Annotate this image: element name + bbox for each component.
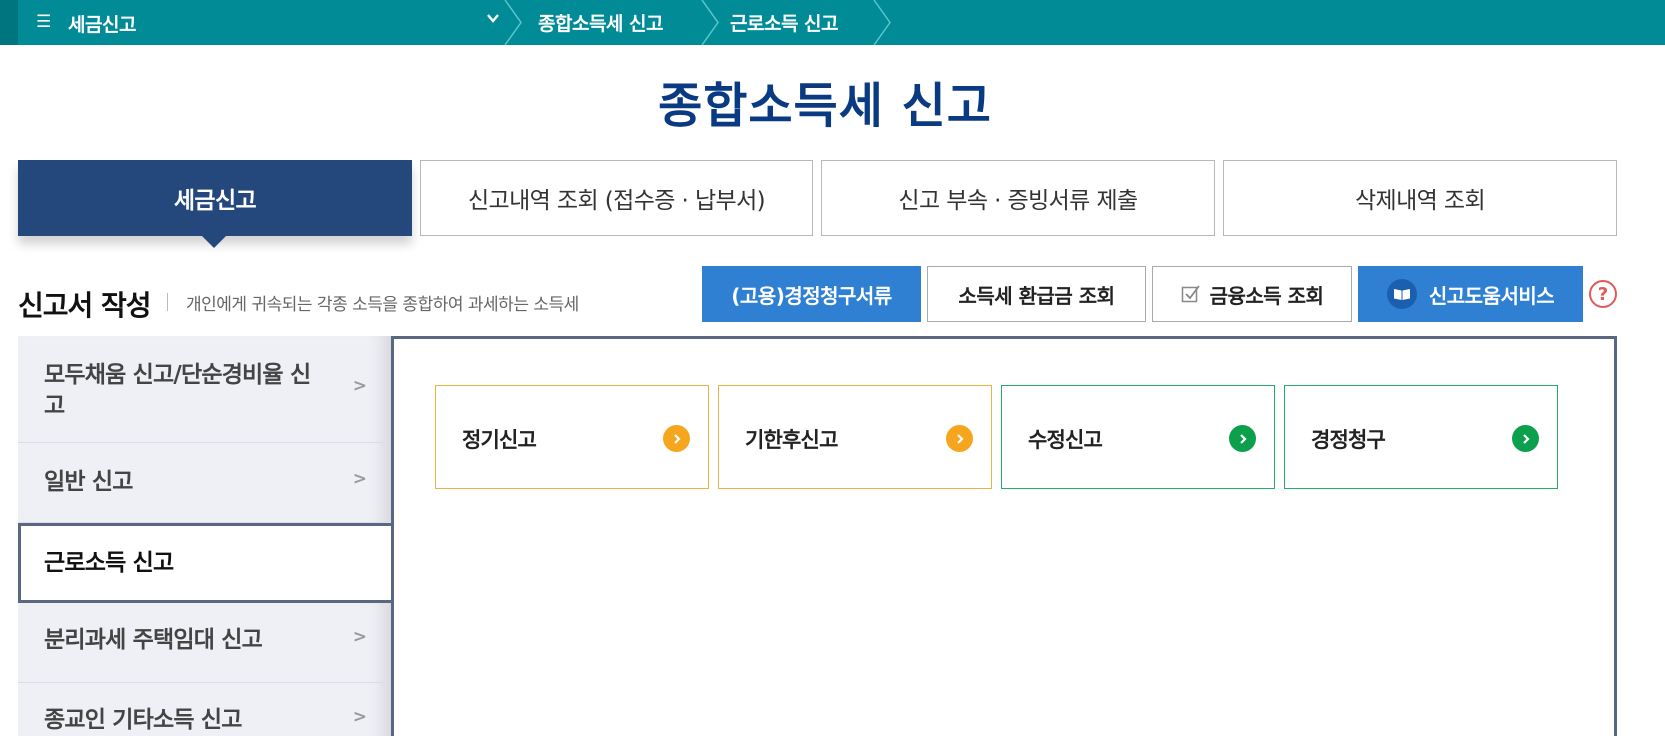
menu-dropdown-label: 세금신고 <box>68 14 136 36</box>
tab-submit-documents[interactable]: 신고 부속 · 증빙서류 제출 <box>821 160 1215 236</box>
breadcrumb-separator <box>701 0 719 45</box>
sidebar-item-housing-rental[interactable]: 분리과세 주택임대 신고 > <box>18 603 393 683</box>
sidebar-item-earned-income[interactable]: 근로소득 신고 <box>18 523 393 603</box>
sidebar-item-religious-income[interactable]: 종교인 기타소득 신고 > <box>18 683 393 736</box>
button-label: 신고도움서비스 <box>1428 283 1555 308</box>
sidebar-item-label: 분리과세 주택임대 신고 <box>44 627 263 653</box>
topbar-edge <box>0 0 18 45</box>
tab-label: 신고내역 조회 (접수증 · 납부서) <box>467 188 766 214</box>
tab-deleted-history[interactable]: 삭제내역 조회 <box>1223 160 1617 236</box>
section-description: 개인에게 귀속되는 각종 소득을 종합하여 과세하는 소득세 <box>186 295 579 315</box>
filing-help-button[interactable]: 신고도움서비스 <box>1358 266 1583 322</box>
hamburger-icon: ☰ <box>36 12 52 32</box>
chevron-right-icon: > <box>352 376 367 396</box>
help-icon[interactable]: ? <box>1589 280 1617 308</box>
section-divider <box>167 293 168 311</box>
tab-label: 신고 부속 · 증빙서류 제출 <box>898 188 1138 214</box>
tab-filing-history[interactable]: 신고내역 조회 (접수증 · 납부서) <box>420 160 813 236</box>
arrow-right-icon <box>663 425 690 452</box>
book-icon <box>1386 279 1417 309</box>
breadcrumb-separator <box>504 0 522 45</box>
arrow-right-icon <box>946 425 973 452</box>
sidebar-item-label: 모두채움 신고/단순경비율 신고 <box>44 362 311 419</box>
correction-claim-card[interactable]: 경정청구 <box>1284 385 1558 489</box>
financial-income-button[interactable]: 금융소득 조회 <box>1152 266 1352 322</box>
card-label: 정기신고 <box>462 428 537 452</box>
chevron-right-icon: > <box>352 469 367 489</box>
sidebar-item-prefilled-filing[interactable]: 모두채움 신고/단순경비율 신고 > <box>18 336 393 443</box>
regular-filing-card[interactable]: 정기신고 <box>435 385 709 489</box>
sidebar-item-label: 일반 신고 <box>44 469 133 495</box>
button-label: (고용)경정청구서류 <box>731 283 892 308</box>
tab-label: 세금신고 <box>173 188 257 214</box>
menu-dropdown[interactable]: ☰ 세금신고 <box>18 0 503 45</box>
card-label: 경정청구 <box>1311 428 1386 452</box>
active-tab-indicator <box>202 236 226 248</box>
button-label: 소득세 환급금 조회 <box>958 283 1115 308</box>
breadcrumb-item-income-tax[interactable]: 종합소득세 신고 <box>538 9 663 36</box>
chevron-right-icon: > <box>352 627 367 647</box>
correction-docs-button[interactable]: (고용)경정청구서류 <box>702 266 921 322</box>
card-label: 수정신고 <box>1028 428 1103 452</box>
tab-label: 삭제내역 조회 <box>1354 188 1486 214</box>
arrow-right-icon <box>1229 425 1256 452</box>
chevron-right-icon: > <box>352 707 367 727</box>
checkbox-icon <box>1181 284 1201 304</box>
breadcrumb-bar: ☰ 세금신고 종합소득세 신고 근로소득 신고 <box>0 0 1665 45</box>
chevron-down-icon <box>485 10 501 30</box>
tab-tax-filing[interactable]: 세금신고 <box>18 160 412 236</box>
sidebar-item-general-filing[interactable]: 일반 신고 > <box>18 443 393 523</box>
card-label: 기한후신고 <box>745 428 838 452</box>
sidebar-item-label: 종교인 기타소득 신고 <box>44 707 242 733</box>
breadcrumb-item-earned-income[interactable]: 근로소득 신고 <box>730 9 839 36</box>
refund-lookup-button[interactable]: 소득세 환급금 조회 <box>927 266 1146 322</box>
arrow-right-icon <box>1512 425 1539 452</box>
button-label: 금융소득 조회 <box>1209 283 1324 308</box>
page-title: 종합소득세 신고 <box>658 78 992 134</box>
content-panel: 정기신고 기한후신고 수정신고 경정청구 <box>391 336 1617 736</box>
sidebar: 모두채움 신고/단순경비율 신고 > 일반 신고 > 근로소득 신고 분리과세 … <box>18 336 393 736</box>
section-title: 신고서 작성 <box>18 289 152 322</box>
sidebar-item-label: 근로소득 신고 <box>44 550 174 576</box>
late-filing-card[interactable]: 기한후신고 <box>718 385 992 489</box>
amended-filing-card[interactable]: 수정신고 <box>1001 385 1275 489</box>
breadcrumb-separator <box>873 0 891 45</box>
